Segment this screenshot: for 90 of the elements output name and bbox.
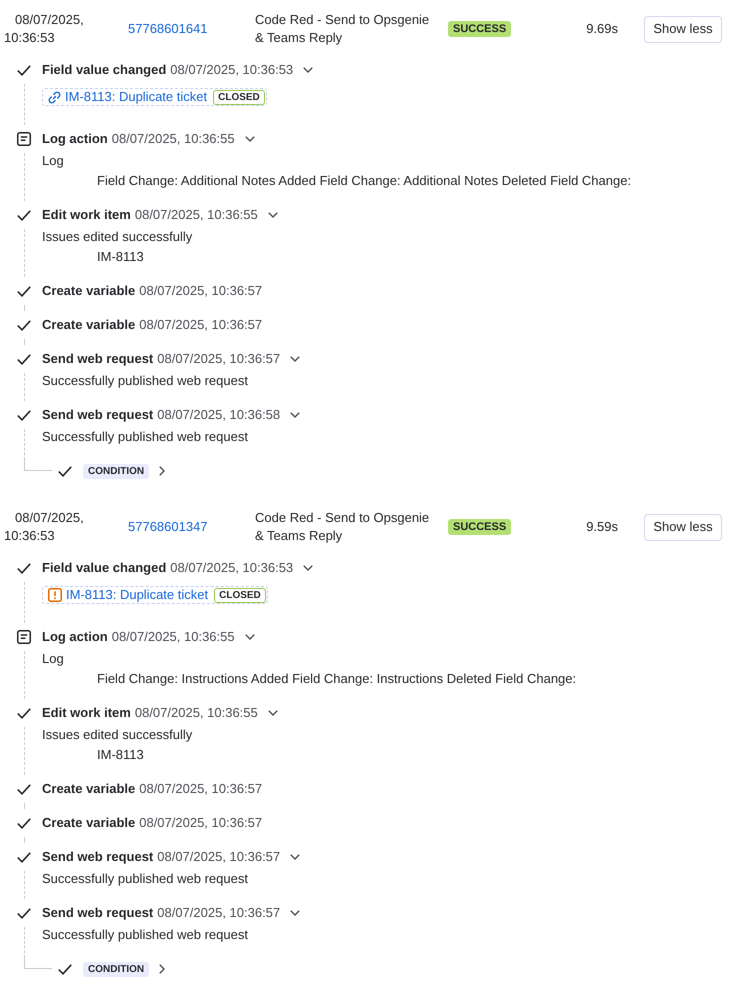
step-time: 08/07/2025, 10:36:55 bbox=[112, 130, 235, 148]
warning-icon bbox=[48, 588, 62, 602]
step-detail-text: Successfully published web request bbox=[42, 926, 249, 944]
status-lozenge: CLOSED bbox=[213, 90, 265, 104]
step-title: Create variable bbox=[42, 814, 136, 832]
check-icon bbox=[17, 286, 31, 296]
step-title: Edit work item bbox=[42, 704, 131, 722]
step-title: Edit work item bbox=[42, 206, 131, 224]
step-time: 08/07/2025, 10:36:55 bbox=[134, 206, 258, 224]
check-icon bbox=[17, 64, 31, 76]
tree-connector bbox=[24, 958, 52, 969]
step-detail-text: IM-8113 bbox=[96, 746, 145, 764]
step-detail-text: Log bbox=[42, 650, 65, 668]
check-icon bbox=[58, 466, 72, 476]
check-icon bbox=[17, 784, 31, 794]
document-icon bbox=[17, 630, 31, 644]
status-lozenge: CLOSED bbox=[214, 588, 266, 602]
step-time: 08/07/2025, 10:36:58 bbox=[157, 406, 280, 424]
show-less-button[interactable]: Show less bbox=[644, 514, 722, 540]
check-icon bbox=[17, 562, 31, 574]
chevron-down-icon[interactable] bbox=[268, 710, 278, 716]
step-detail-text: Successfully published web request bbox=[42, 372, 249, 390]
condition-badge: CONDITION bbox=[83, 962, 150, 976]
step-time: 08/07/2025, 10:36:57 bbox=[157, 350, 280, 368]
chevron-down-icon[interactable] bbox=[290, 910, 300, 916]
step-detail-text: Successfully published web request bbox=[42, 428, 249, 446]
step-detail-text: Field Change: Additional Notes Added Field Change: Additional Notes Deleted Field Change: bbox=[96, 172, 632, 190]
step-title: Field value changed bbox=[42, 559, 166, 578]
chevron-down-icon[interactable] bbox=[290, 356, 300, 362]
run-date: 08/07/2025, 10:36:53 bbox=[4, 509, 85, 545]
step-detail-text: Successfully published web request bbox=[42, 870, 249, 888]
condition-badge: CONDITION bbox=[83, 464, 150, 478]
check-icon bbox=[17, 708, 31, 718]
run-date: 08/07/2025, 10:36:53 bbox=[4, 11, 85, 47]
ticket-link[interactable]: IM-8113: Duplicate ticket bbox=[66, 587, 208, 603]
run-id-link[interactable]: 57768601641 bbox=[128, 21, 208, 36]
chevron-right-icon[interactable] bbox=[159, 964, 166, 974]
rule-name: Code Red - Send to Opsgenie & Teams Reply bbox=[255, 11, 430, 47]
run-id-link[interactable]: 57768601347 bbox=[128, 519, 208, 534]
step-time: 08/07/2025, 10:36:57 bbox=[157, 848, 280, 866]
chevron-down-icon[interactable] bbox=[244, 136, 255, 142]
step-time: 08/07/2025, 10:36:55 bbox=[134, 704, 258, 722]
duration-text: 9.69s bbox=[586, 20, 618, 38]
check-icon bbox=[17, 354, 31, 364]
tree-connector bbox=[24, 460, 52, 471]
chevron-down-icon[interactable] bbox=[268, 212, 278, 218]
chevron-down-icon[interactable] bbox=[244, 634, 255, 640]
step-title: Send web request bbox=[42, 904, 154, 922]
step-title: Send web request bbox=[42, 848, 154, 866]
step-time: 08/07/2025, 10:36:57 bbox=[139, 282, 262, 300]
document-icon bbox=[17, 132, 31, 146]
step-title: Send web request bbox=[42, 406, 154, 424]
chevron-down-icon[interactable] bbox=[290, 412, 300, 418]
check-icon bbox=[17, 818, 31, 828]
chevron-right-icon[interactable] bbox=[159, 466, 166, 476]
step-title: Field value changed bbox=[42, 61, 166, 80]
step-time: 08/07/2025, 10:36:57 bbox=[139, 316, 262, 334]
step-detail-text: Field Change: Instructions Added Field Change: Instructions Deleted Field Change: bbox=[96, 670, 576, 688]
step-title: Create variable bbox=[42, 780, 136, 798]
chevron-down-icon[interactable] bbox=[303, 67, 314, 73]
step-title: Log action bbox=[42, 628, 108, 646]
duration-text: 9.59s bbox=[586, 518, 618, 536]
link-icon bbox=[48, 90, 61, 104]
step-time: 08/07/2025, 10:36:57 bbox=[139, 780, 262, 798]
step-time: 08/07/2025, 10:36:57 bbox=[139, 814, 262, 832]
status-badge: SUCCESS bbox=[448, 21, 512, 37]
chevron-down-icon[interactable] bbox=[290, 854, 300, 860]
step-time: 08/07/2025, 10:36:57 bbox=[157, 904, 280, 922]
check-icon bbox=[17, 210, 31, 220]
ticket-link[interactable]: IM-8113: Duplicate ticket bbox=[65, 89, 208, 105]
step-title: Create variable bbox=[42, 316, 136, 334]
step-detail-text: IM-8113 bbox=[96, 248, 145, 266]
step-detail-text: Issues edited successfully bbox=[42, 726, 194, 744]
check-icon bbox=[17, 852, 31, 862]
step-detail-text: Log bbox=[42, 152, 65, 170]
step-title: Create variable bbox=[42, 282, 136, 300]
show-less-button[interactable]: Show less bbox=[644, 16, 722, 42]
step-time: 08/07/2025, 10:36:53 bbox=[170, 559, 294, 578]
check-icon bbox=[17, 410, 31, 420]
step-detail-text: Issues edited successfully bbox=[42, 228, 194, 246]
rule-name: Code Red - Send to Opsgenie & Teams Reply bbox=[255, 509, 430, 545]
step-title: Log action bbox=[42, 130, 108, 148]
step-time: 08/07/2025, 10:36:53 bbox=[170, 61, 294, 80]
check-icon bbox=[17, 908, 31, 918]
check-icon bbox=[17, 320, 31, 330]
step-title: Send web request bbox=[42, 350, 154, 368]
check-icon bbox=[58, 964, 72, 974]
status-badge: SUCCESS bbox=[448, 519, 512, 535]
step-time: 08/07/2025, 10:36:55 bbox=[112, 628, 235, 646]
chevron-down-icon[interactable] bbox=[303, 565, 314, 571]
